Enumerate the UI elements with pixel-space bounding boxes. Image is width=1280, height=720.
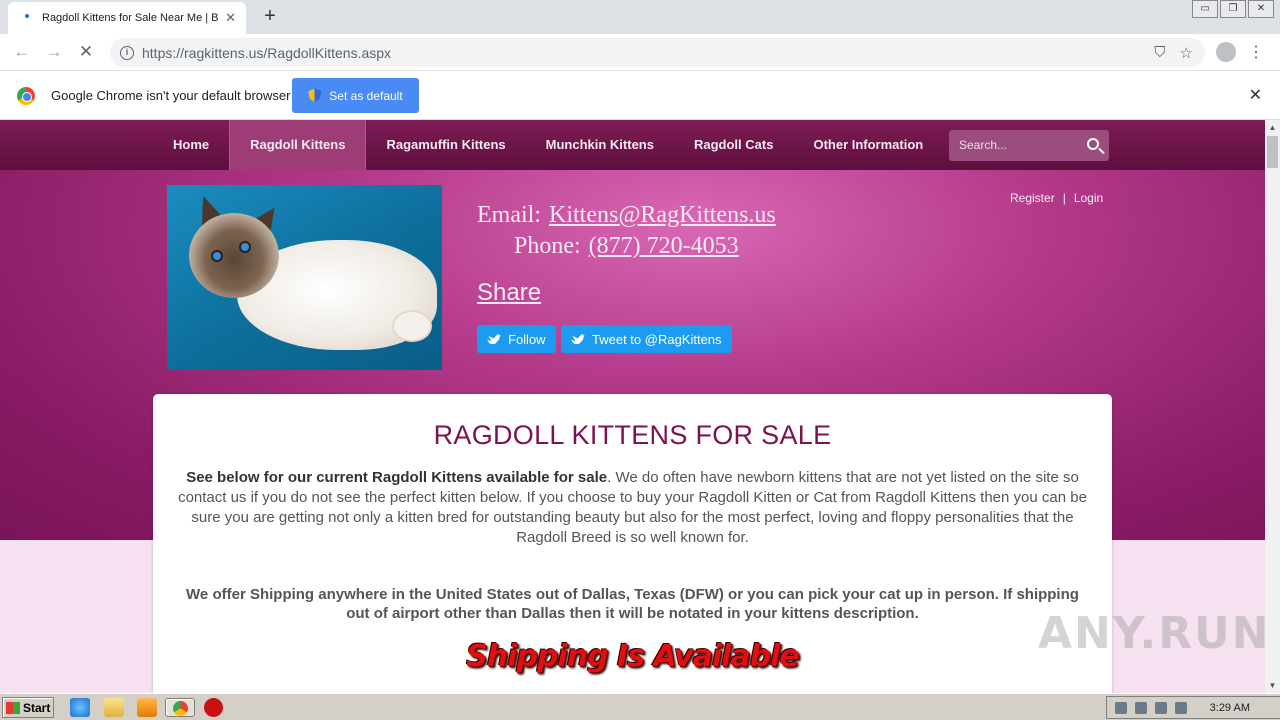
volume-icon[interactable] xyxy=(1155,701,1167,714)
windows-taskbar: Start 3:29 AM xyxy=(0,693,1280,720)
antivirus-icon[interactable] xyxy=(204,698,223,717)
intro-paragraph: See below for our current Ragdoll Kitten… xyxy=(165,468,1100,548)
cat-paw xyxy=(392,310,432,342)
loading-favicon-icon xyxy=(22,13,32,23)
bookmark-star-icon[interactable]: ☆ xyxy=(1180,44,1193,62)
profile-avatar-icon[interactable] xyxy=(1216,42,1236,62)
internet-explorer-icon[interactable] xyxy=(70,698,90,717)
nav-item-ragdoll-kittens[interactable]: Ragdoll Kittens xyxy=(229,120,367,170)
file-explorer-icon[interactable] xyxy=(104,698,124,717)
contact-info: Email: Kittens@RagKittens.us Phone: (877) … xyxy=(477,202,776,264)
nav-item-munchkin-kittens[interactable]: Munchkin Kittens xyxy=(526,120,674,170)
site-info-icon[interactable]: i xyxy=(120,45,134,60)
site-navigation: Home Ragdoll Kittens Ragamuffin Kittens … xyxy=(0,120,1265,170)
tab-title: Ragdoll Kittens for Sale Near Me | Bu xyxy=(42,12,220,24)
chrome-taskbar-button[interactable] xyxy=(165,698,195,717)
close-window-button[interactable]: ✕ xyxy=(1248,0,1274,18)
tab-strip: Ragdoll Kittens for Sale Near Me | Bu ✕ … xyxy=(0,0,1280,34)
restore-button[interactable]: ❐ xyxy=(1220,0,1246,18)
shipping-paragraph: We offer Shipping anywhere in the United… xyxy=(186,586,1079,622)
phone-link[interactable]: (877) 720-4053 xyxy=(589,233,739,259)
chrome-menu-icon[interactable]: ⋮ xyxy=(1248,42,1264,62)
account-links: Register | Login xyxy=(1010,191,1103,205)
chrome-icon xyxy=(173,701,188,716)
default-browser-infobar: Google Chrome isn't your default browser… xyxy=(0,71,1280,120)
email-link[interactable]: Kittens@RagKittens.us xyxy=(549,202,776,228)
ragdoll-cat-photo xyxy=(167,185,442,370)
url-path: /RagdollKittens.aspx xyxy=(263,44,392,61)
action-center-flag-icon[interactable] xyxy=(1175,701,1187,714)
infobar-close-icon[interactable]: ✕ xyxy=(1249,85,1262,105)
browser-tab[interactable]: Ragdoll Kittens for Sale Near Me | Bu ✕ xyxy=(8,2,246,34)
set-as-default-button[interactable]: Set as default xyxy=(292,78,419,113)
phone-label: Phone: xyxy=(514,233,581,259)
new-tab-button[interactable]: + xyxy=(258,4,282,28)
tray-expand-icon[interactable] xyxy=(1115,701,1127,714)
twitter-bird-icon xyxy=(571,334,586,345)
uac-shield-icon xyxy=(308,88,322,103)
set-as-default-label: Set as default xyxy=(329,88,403,103)
email-label: Email: xyxy=(477,202,541,228)
main-content-panel: RAGDOLL KITTENS FOR SALE See below for o… xyxy=(153,394,1112,693)
start-button[interactable]: Start xyxy=(2,697,54,718)
back-button[interactable]: ← xyxy=(10,40,34,64)
search-icon[interactable] xyxy=(1087,138,1099,150)
nav-item-other-information[interactable]: Other Information xyxy=(793,120,943,170)
nav-items: Home Ragdoll Kittens Ragamuffin Kittens … xyxy=(153,120,943,170)
twitter-follow-button[interactable]: Follow xyxy=(477,325,556,353)
share-link[interactable]: Share xyxy=(477,279,541,307)
site-search-input[interactable]: Search... xyxy=(949,130,1109,161)
follow-label: Follow xyxy=(508,331,546,347)
search-placeholder: Search... xyxy=(959,138,1008,152)
intro-bold: See below for our current Ragdoll Kitten… xyxy=(186,469,608,486)
cat-eye xyxy=(239,241,251,253)
phone-row: Phone: (877) 720-4053 xyxy=(477,233,776,264)
blocked-content-icon[interactable]: ⛉ xyxy=(1154,44,1165,62)
chrome-logo-icon xyxy=(17,87,35,105)
scroll-down-icon[interactable]: ▼ xyxy=(1265,678,1280,693)
network-icon[interactable] xyxy=(1135,701,1147,714)
windows-flag-icon xyxy=(6,701,20,714)
register-link[interactable]: Register xyxy=(1010,191,1055,205)
tweet-label: Tweet to @RagKittens xyxy=(592,331,722,347)
url-text: https://ragkittens.us/RagdollKittens.asp… xyxy=(142,45,391,61)
scroll-thumb[interactable] xyxy=(1267,136,1278,168)
anyrun-watermark: ANY.RUN xyxy=(1038,608,1271,659)
cat-head xyxy=(189,213,279,298)
nav-item-home[interactable]: Home xyxy=(153,120,229,170)
window-controls: ▭ ❐ ✕ xyxy=(1190,0,1274,18)
start-label: Start xyxy=(23,700,51,715)
address-bar[interactable]: i https://ragkittens.us/RagdollKittens.a… xyxy=(110,38,1205,67)
tweet-to-button[interactable]: Tweet to @RagKittens xyxy=(561,325,732,353)
media-player-icon[interactable] xyxy=(137,698,157,717)
link-separator: | xyxy=(1062,191,1066,205)
cat-eye xyxy=(211,250,223,262)
browser-toolbar: ← → ✕ i https://ragkittens.us/RagdollKit… xyxy=(0,34,1280,71)
login-link[interactable]: Login xyxy=(1074,191,1103,205)
scroll-up-icon[interactable]: ▲ xyxy=(1265,120,1280,135)
minimize-button[interactable]: ▭ xyxy=(1192,0,1218,18)
twitter-bird-icon xyxy=(487,334,502,345)
clock[interactable]: 3:29 AM xyxy=(1210,702,1250,714)
shipping-available-banner: Shipping Is Available xyxy=(466,639,800,674)
url-host: https://ragkittens.us xyxy=(142,44,264,61)
page-heading: RAGDOLL KITTENS FOR SALE xyxy=(433,420,832,450)
tab-close-icon[interactable]: ✕ xyxy=(225,10,236,26)
email-row: Email: Kittens@RagKittens.us xyxy=(477,202,776,233)
nav-item-ragamuffin-kittens[interactable]: Ragamuffin Kittens xyxy=(366,120,525,170)
infobar-message: Google Chrome isn't your default browser xyxy=(51,88,291,103)
stop-loading-button[interactable]: ✕ xyxy=(74,40,98,64)
forward-button[interactable]: → xyxy=(42,40,66,64)
system-tray: 3:29 AM xyxy=(1106,696,1280,719)
nav-item-ragdoll-cats[interactable]: Ragdoll Cats xyxy=(674,120,793,170)
